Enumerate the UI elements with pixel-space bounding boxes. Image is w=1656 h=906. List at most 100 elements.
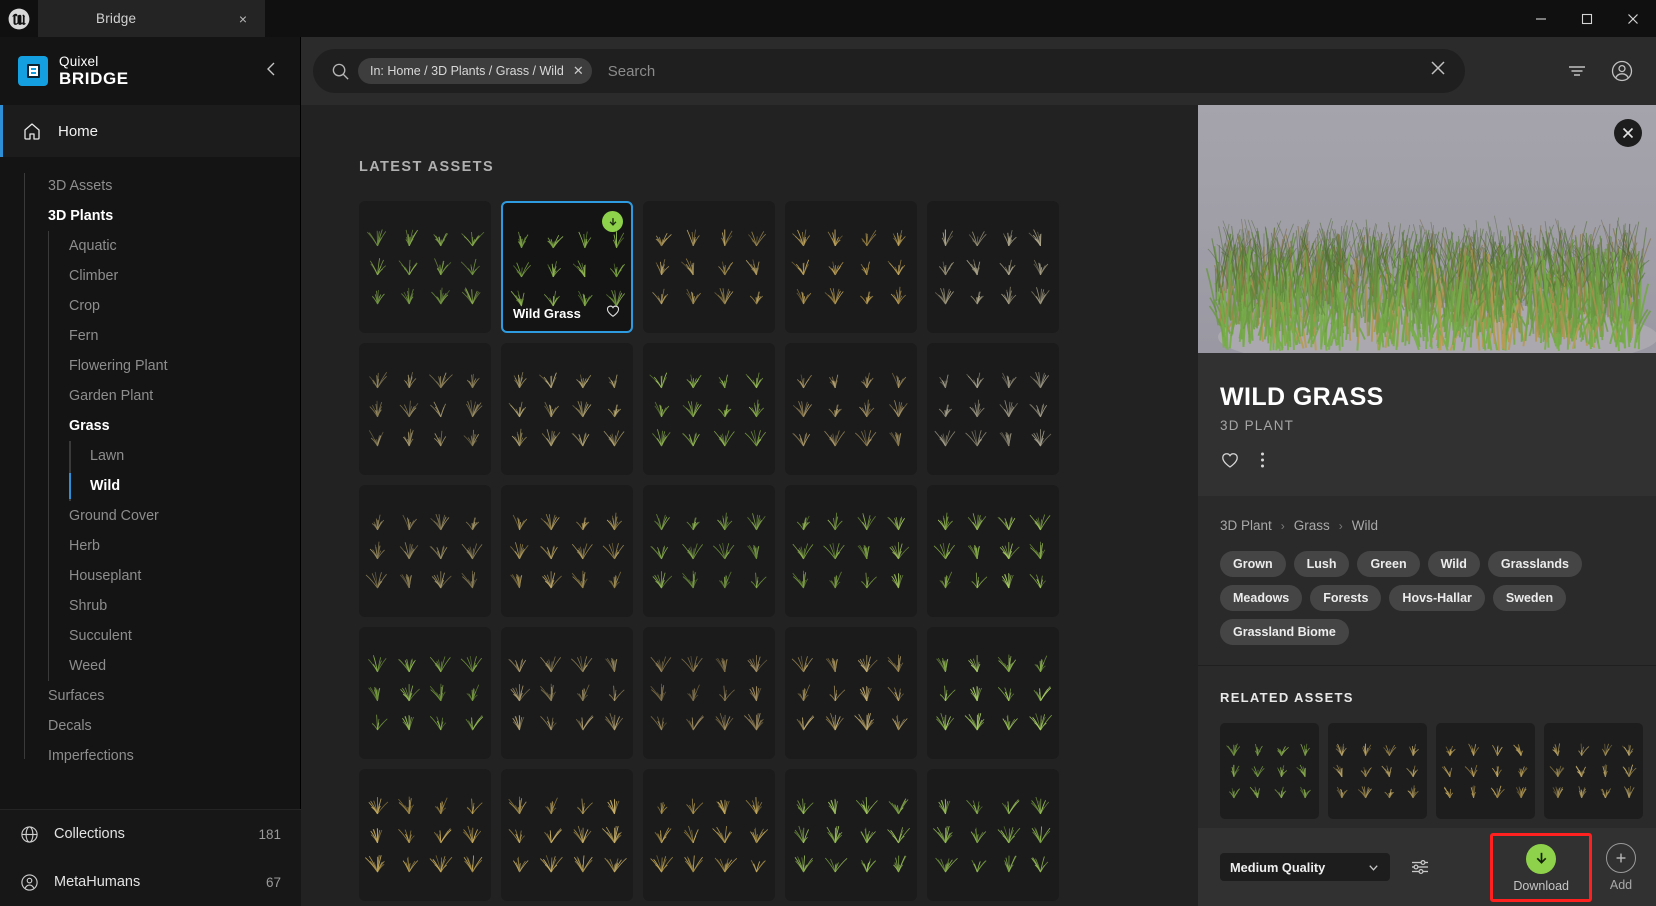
asset-card[interactable] <box>927 343 1059 475</box>
sidebar-item-weed[interactable]: Weed <box>0 651 300 681</box>
asset-preview-image <box>1198 105 1656 353</box>
asset-card[interactable] <box>501 343 633 475</box>
add-button[interactable]: Add <box>1606 842 1636 892</box>
sidebar-item-3d-plants[interactable]: 3D Plants <box>0 201 300 231</box>
tag-chip[interactable]: Hovs-Hallar <box>1389 585 1485 611</box>
asset-card[interactable] <box>501 627 633 759</box>
tab-bridge[interactable]: Bridge × <box>38 0 265 37</box>
sliders-icon[interactable] <box>1410 857 1430 877</box>
sidebar-item-grass[interactable]: Grass <box>0 411 300 441</box>
search-clear-icon[interactable] <box>1429 59 1451 83</box>
tag-chip[interactable]: Grassland Biome <box>1220 619 1349 645</box>
sidebar-item-houseplant[interactable]: Houseplant <box>0 561 300 591</box>
asset-card[interactable] <box>359 627 491 759</box>
tab-close-icon[interactable]: × <box>235 9 251 29</box>
search-bar[interactable]: In: Home / 3D Plants / Grass / Wild ✕ <box>313 49 1465 93</box>
sidebar-item-3d-assets[interactable]: 3D Assets <box>0 171 300 201</box>
sidebar-item-herb[interactable]: Herb <box>0 531 300 561</box>
sidebar-item-garden-plant[interactable]: Garden Plant <box>0 381 300 411</box>
asset-thumbnail <box>501 627 633 759</box>
asset-thumbnail <box>501 343 633 475</box>
asset-card[interactable] <box>643 343 775 475</box>
sidebar-item-surfaces[interactable]: Surfaces <box>0 681 300 711</box>
download-label: Download <box>1513 878 1569 893</box>
asset-card[interactable] <box>501 485 633 617</box>
asset-card[interactable] <box>501 769 633 901</box>
quality-select[interactable]: Medium Quality <box>1220 853 1390 881</box>
related-asset-card[interactable] <box>1220 723 1319 819</box>
asset-card[interactable] <box>927 485 1059 617</box>
brand-header: Quixel BRIDGE <box>0 37 300 105</box>
asset-card[interactable] <box>927 769 1059 901</box>
asset-card[interactable] <box>643 201 775 333</box>
asset-card[interactable] <box>785 485 917 617</box>
asset-card[interactable] <box>785 769 917 901</box>
tag-chip[interactable]: Grasslands <box>1487 551 1582 577</box>
sidebar-item-lawn[interactable]: Lawn <box>0 441 300 471</box>
panel-close-button[interactable] <box>1614 119 1642 147</box>
asset-card[interactable] <box>643 627 775 759</box>
sidebar-item-decals[interactable]: Decals <box>0 711 300 741</box>
filter-icon[interactable] <box>1566 60 1588 82</box>
breadcrumb-item[interactable]: Wild <box>1352 518 1378 533</box>
sidebar-item-succulent[interactable]: Succulent <box>0 621 300 651</box>
asset-thumbnail <box>643 343 775 475</box>
related-asset-card[interactable] <box>1436 723 1535 819</box>
asset-card[interactable] <box>643 485 775 617</box>
account-icon[interactable] <box>1610 59 1634 83</box>
tag-chip[interactable]: Lush <box>1293 551 1350 577</box>
tag-chip[interactable]: Grown <box>1220 551 1286 577</box>
asset-card[interactable] <box>785 627 917 759</box>
minimize-button[interactable] <box>1518 0 1564 37</box>
sidebar-item-ground-cover[interactable]: Ground Cover <box>0 501 300 531</box>
related-asset-card[interactable] <box>1544 723 1643 819</box>
related-asset-card[interactable] <box>1328 723 1427 819</box>
search-input[interactable] <box>607 62 1429 80</box>
more-vertical-icon[interactable] <box>1260 450 1265 470</box>
metahumans-count: 67 <box>265 874 281 890</box>
collections-label: Collections <box>54 826 125 842</box>
sidebar-item-shrub[interactable]: Shrub <box>0 591 300 621</box>
tag-chip[interactable]: Green <box>1357 551 1420 577</box>
maximize-button[interactable] <box>1564 0 1610 37</box>
sidebar-item-imperfections[interactable]: Imperfections <box>0 741 300 771</box>
tag-chip[interactable]: Sweden <box>1492 585 1567 611</box>
close-window-button[interactable] <box>1610 0 1656 37</box>
asset-card[interactable] <box>643 769 775 901</box>
tag-chip[interactable]: Forests <box>1310 585 1382 611</box>
sidebar-item-home[interactable]: Home <box>0 105 300 157</box>
heart-icon[interactable] <box>605 303 621 324</box>
asset-card[interactable] <box>359 769 491 901</box>
asset-card[interactable] <box>359 485 491 617</box>
asset-card[interactable] <box>359 201 491 333</box>
heart-icon[interactable] <box>1220 450 1240 470</box>
asset-card-selected[interactable]: Wild Grass <box>501 201 633 333</box>
asset-card[interactable] <box>785 201 917 333</box>
sidebar-item-collections[interactable]: Collections 181 <box>0 810 301 858</box>
breadcrumb-item[interactable]: 3D Plant <box>1220 518 1272 533</box>
sidebar-item-metahumans[interactable]: MetaHumans 67 <box>0 858 301 906</box>
tag-chip[interactable]: Wild <box>1427 551 1480 577</box>
asset-thumbnail <box>359 201 491 333</box>
download-button[interactable]: Download <box>1490 832 1592 902</box>
asset-thumbnail <box>927 485 1059 617</box>
asset-card[interactable] <box>785 343 917 475</box>
chevron-left-icon[interactable] <box>259 55 284 88</box>
top-bar: In: Home / 3D Plants / Grass / Wild ✕ <box>301 37 1656 105</box>
hero-grass-art <box>1198 105 1656 353</box>
sidebar-item-fern[interactable]: Fern <box>0 321 300 351</box>
search-scope-remove-icon[interactable]: ✕ <box>573 63 584 79</box>
asset-card[interactable] <box>927 627 1059 759</box>
sidebar-item-flowering-plant[interactable]: Flowering Plant <box>0 351 300 381</box>
sidebar-item-wild[interactable]: Wild <box>0 471 300 501</box>
sidebar-item-crop[interactable]: Crop <box>0 291 300 321</box>
asset-card[interactable] <box>359 343 491 475</box>
sidebar-item-aquatic[interactable]: Aquatic <box>0 231 300 261</box>
sidebar-item-climber[interactable]: Climber <box>0 261 300 291</box>
tag-chip[interactable]: Meadows <box>1220 585 1303 611</box>
breadcrumb-item[interactable]: Grass <box>1294 518 1330 533</box>
asset-thumbnail <box>785 485 917 617</box>
search-scope-chip[interactable]: In: Home / 3D Plants / Grass / Wild ✕ <box>358 58 592 84</box>
download-actions: Download Add <box>1490 832 1642 902</box>
asset-card[interactable] <box>927 201 1059 333</box>
